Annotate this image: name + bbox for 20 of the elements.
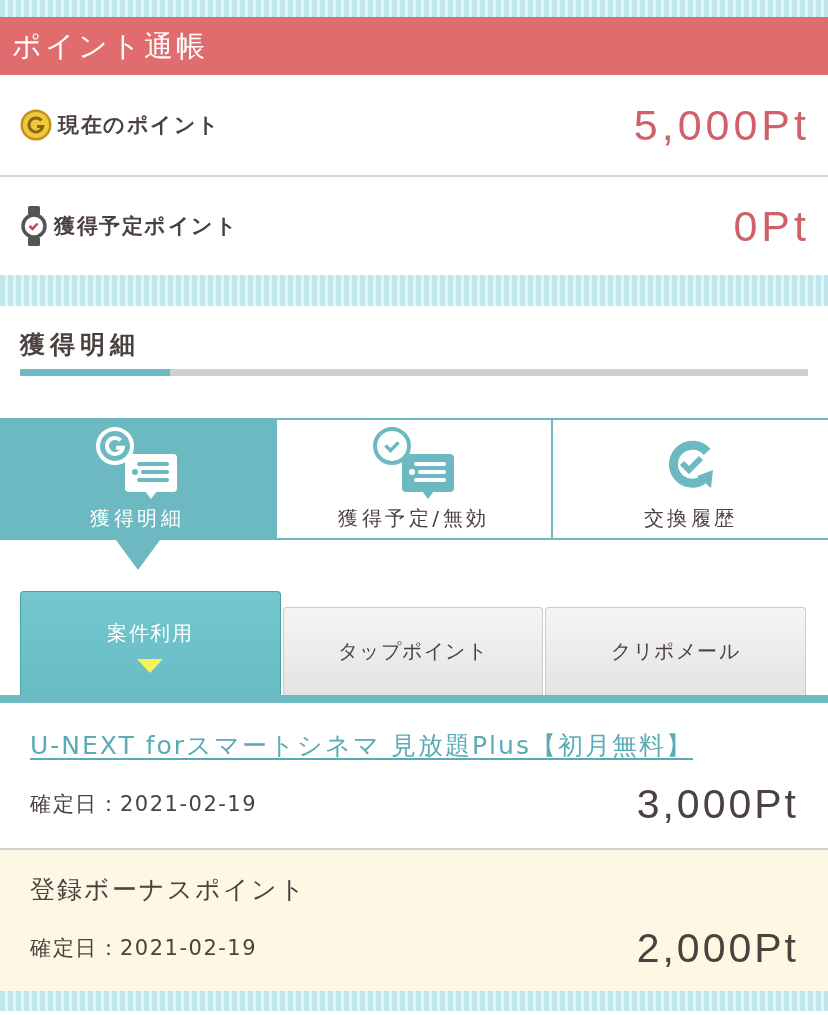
entry-date: 確定日：2021-02-19: [30, 791, 258, 818]
clock-message-icon: [372, 426, 456, 500]
entry-date: 確定日：2021-02-19: [30, 935, 258, 962]
balance-value: 5,000Pt: [633, 100, 810, 150]
entry-title: 登録ボーナスポイント: [30, 874, 307, 906]
watch-icon: [20, 206, 48, 246]
balance-value: 0Pt: [733, 201, 810, 251]
tab[interactable]: 交換履歴: [553, 420, 828, 538]
section-heading: 獲得明細: [20, 329, 140, 361]
sub-tab[interactable]: クリポメール: [545, 607, 806, 695]
entry-points: 2,000Pt: [636, 924, 799, 972]
tab[interactable]: 獲得予定/無効: [276, 420, 552, 538]
entry-points: 3,000Pt: [636, 780, 799, 828]
caret-icon: [137, 659, 164, 673]
balance-label: 獲得予定ポイント: [54, 213, 238, 240]
balance-label: 現在のポイント: [58, 112, 221, 139]
coin-icon: [20, 109, 52, 141]
sub-tab[interactable]: タップポイント: [282, 607, 544, 695]
coin-message-icon: [95, 426, 180, 500]
page-title: ポイント通帳: [12, 28, 208, 64]
